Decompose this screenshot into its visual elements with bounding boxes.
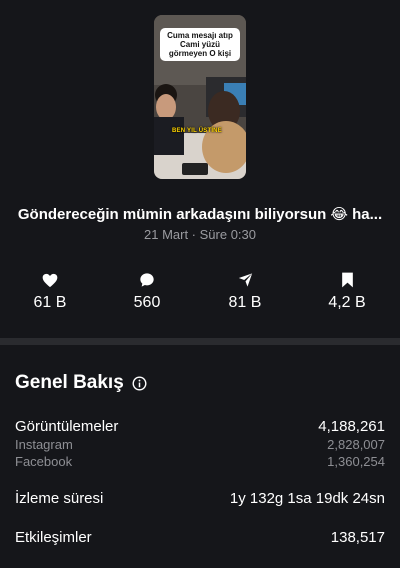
overview-title: Genel Bakış: [15, 372, 124, 393]
saves-count: 4,2 B: [328, 294, 366, 311]
bookmark-icon: [307, 270, 387, 290]
facebook-value: 1,360,254: [327, 454, 385, 469]
views-label: Görüntülemeler: [15, 418, 119, 435]
instagram-row: Instagram 2,828,007: [15, 437, 385, 452]
bubble-line: Cami yüzü: [179, 40, 220, 49]
heart-icon: [10, 270, 90, 290]
stat-comments: 560: [107, 270, 187, 312]
share-icon: [205, 270, 285, 290]
section-divider: [0, 338, 400, 345]
likes-count: 61 B: [33, 294, 67, 311]
interactions-row: Etkileşimler 138,517: [15, 529, 385, 546]
instagram-label: Instagram: [15, 437, 73, 452]
stat-saves: 4,2 B: [307, 270, 387, 312]
watch-time-label: İzleme süresi: [15, 490, 104, 507]
interactions-label: Etkileşimler: [15, 529, 92, 546]
watch-time-value: 1y 132g 1sa 19dk 24sn: [229, 490, 385, 507]
views-value: 4,188,261: [318, 418, 385, 435]
bubble-line: görmeyen O kişi: [168, 49, 232, 58]
watch-time-row: İzleme süresi 1y 132g 1sa 19dk 24sn: [15, 490, 385, 507]
views-row: Görüntülemeler 4,188,261: [15, 418, 385, 435]
video-meta: 21 Mart · Süre 0:30: [144, 227, 256, 242]
video-subtitle: BEN YIL ÜSTİNE: [172, 128, 222, 134]
overview-header: Genel Bakış: [15, 372, 147, 394]
interactions-value: 138,517: [330, 529, 385, 546]
stat-shares: 81 B: [205, 270, 285, 312]
info-icon[interactable]: [132, 376, 147, 391]
bubble-line: Cuma mesajı atıp: [167, 31, 233, 40]
comments-count: 560: [133, 294, 161, 311]
stat-likes: 61 B: [10, 270, 90, 312]
comment-icon: [107, 270, 187, 290]
video-thumbnail[interactable]: Cuma mesajı atıp Cami yüzü görmeyen O ki…: [154, 15, 246, 179]
instagram-value: 2,828,007: [327, 437, 385, 452]
shares-count: 81 B: [228, 294, 262, 311]
video-title: Göndereceğin mümin arkadaşını biliyorsun…: [17, 206, 383, 223]
video-caption-bubble: Cuma mesajı atıp Cami yüzü görmeyen O ki…: [160, 28, 240, 61]
facebook-label: Facebook: [15, 454, 73, 469]
facebook-row: Facebook 1,360,254: [15, 454, 385, 469]
